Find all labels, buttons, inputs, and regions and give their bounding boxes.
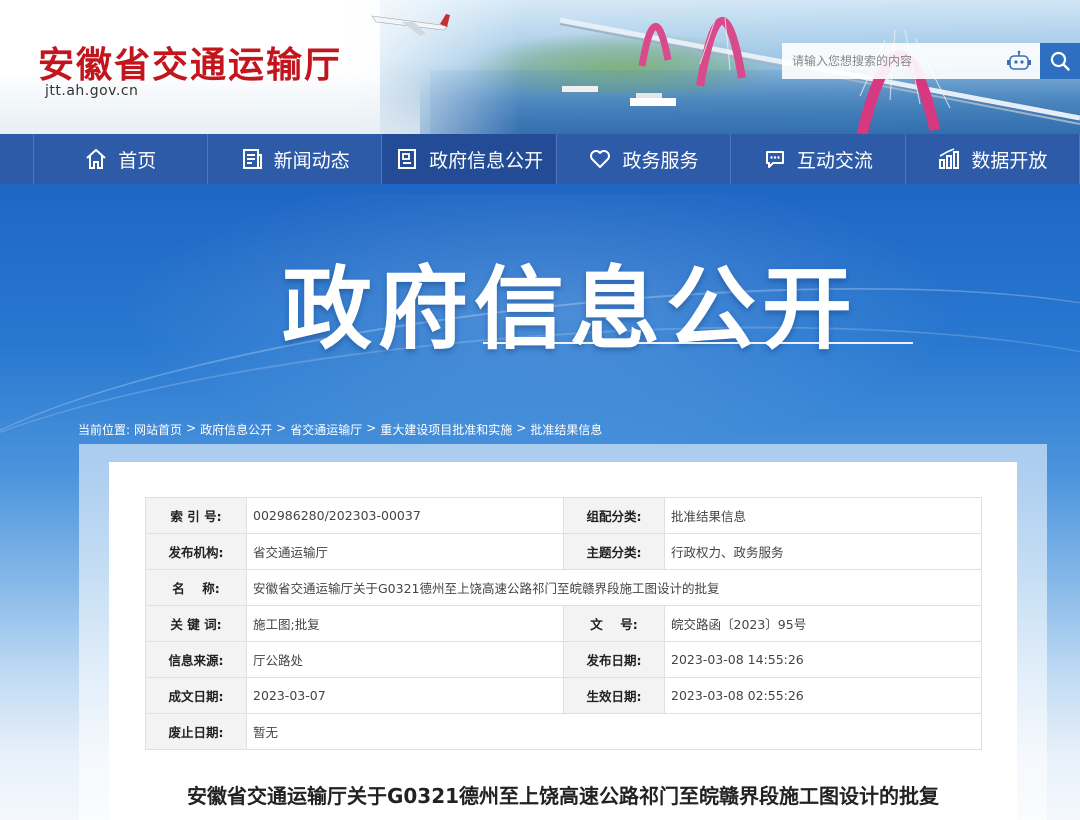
- effective-label: 生效日期:: [563, 677, 665, 714]
- keywords-label: 关 键 词:: [145, 605, 247, 642]
- table-row: 名 称: 安徽省交通运输厅关于G0321德州至上饶高速公路祁门至皖赣界段施工图设…: [145, 569, 982, 606]
- search-input[interactable]: [782, 43, 1040, 79]
- site-url: jtt.ah.gov.cn: [45, 83, 139, 99]
- site-header: 安徽省交通运输厅 jtt.ah.gov.cn: [0, 0, 1080, 134]
- breadcrumb-separator: >: [186, 421, 197, 435]
- news-icon: [240, 147, 264, 171]
- robot-icon[interactable]: [1007, 50, 1031, 72]
- name-label: 名 称:: [145, 569, 247, 606]
- chat-icon: [763, 147, 787, 171]
- table-row: 成文日期: 2023-03-07 生效日期: 2023-03-08 02:55:…: [145, 677, 982, 714]
- effective-value: 2023-03-08 02:55:26: [664, 677, 982, 714]
- breadcrumb-link[interactable]: 政府信息公开: [200, 421, 272, 438]
- name-value: 安徽省交通运输厅关于G0321德州至上饶高速公路祁门至皖赣界段施工图设计的批复: [246, 569, 982, 606]
- pubdate-value: 2023-03-08 14:55:26: [664, 641, 982, 678]
- document-icon: [395, 147, 419, 171]
- search-button[interactable]: [1040, 43, 1080, 79]
- nav-item-label: 首页: [118, 149, 157, 172]
- source-value: 厅公路处: [246, 641, 564, 678]
- breadcrumb-link[interactable]: 批准结果信息: [530, 421, 602, 438]
- breadcrumb-link[interactable]: 重大建设项目批准和实施: [380, 421, 512, 438]
- nav-item-interaction[interactable]: 互动交流: [731, 134, 906, 184]
- nav-item-services[interactable]: 政务服务: [557, 134, 732, 184]
- nav-item-label: 互动交流: [796, 149, 873, 172]
- keywords-value: 施工图;批复: [246, 605, 564, 642]
- table-row: 关 键 词: 施工图;批复 文 号: 皖交路函〔2023〕95号: [145, 605, 982, 642]
- publisher-label: 发布机构:: [145, 533, 247, 570]
- breadcrumb-separator: >: [276, 421, 287, 435]
- breadcrumb-link[interactable]: 网站首页: [134, 421, 182, 438]
- index-label: 索 引 号:: [145, 497, 247, 534]
- heart-icon: [588, 147, 612, 171]
- breadcrumb-separator: >: [366, 421, 377, 435]
- airplane-icon: [371, 14, 450, 36]
- search-icon: [1050, 51, 1070, 71]
- nav-spacer: [0, 134, 34, 184]
- home-icon: [84, 147, 108, 171]
- chart-icon: [937, 147, 961, 171]
- hero-underline: [483, 342, 913, 344]
- breadcrumb-separator: >: [516, 421, 527, 435]
- nav-item-label: 政务服务: [622, 149, 699, 172]
- main-nav: 首页 新闻动态 政府信息公开 政务服务 互动交流 数据开放: [0, 134, 1080, 184]
- publisher-value: 省交通运输厅: [246, 533, 564, 570]
- document-metadata-table: 索 引 号: 002986280/202303-00037 组配分类: 批准结果…: [145, 497, 982, 750]
- docno-label: 文 号:: [563, 605, 665, 642]
- table-row: 发布机构: 省交通运输厅 主题分类: 行政权力、政务服务: [145, 533, 982, 570]
- expire-label: 废止日期:: [145, 713, 247, 750]
- breadcrumb: 当前位置: 网站首页 > 政府信息公开 > 省交通运输厅 > 重大建设项目批准和…: [78, 421, 602, 438]
- table-row: 信息来源: 厅公路处 发布日期: 2023-03-08 14:55:26: [145, 641, 982, 678]
- search-bar: [782, 43, 1080, 79]
- nav-item-label: 新闻动态: [273, 149, 350, 172]
- nav-item-gov-info[interactable]: 政府信息公开: [382, 134, 557, 184]
- nav-item-label: 政府信息公开: [429, 149, 544, 172]
- table-row: 索 引 号: 002986280/202303-00037 组配分类: 批准结果…: [145, 497, 982, 534]
- nav-item-news[interactable]: 新闻动态: [208, 134, 383, 184]
- index-value: 002986280/202303-00037: [246, 497, 564, 534]
- hero-title: 政府信息公开: [282, 257, 858, 362]
- category-value: 批准结果信息: [664, 497, 982, 534]
- source-label: 信息来源:: [145, 641, 247, 678]
- nav-item-open-data[interactable]: 数据开放: [906, 134, 1080, 184]
- created-label: 成文日期:: [145, 677, 247, 714]
- table-row: 废止日期: 暂无: [145, 713, 982, 750]
- breadcrumb-prefix: 当前位置:: [78, 423, 131, 437]
- topic-label: 主题分类:: [563, 533, 665, 570]
- category-label: 组配分类:: [563, 497, 665, 534]
- pubdate-label: 发布日期:: [563, 641, 665, 678]
- topic-value: 行政权力、政务服务: [664, 533, 982, 570]
- expire-value: 暂无: [246, 713, 982, 750]
- document-title: 安徽省交通运输厅关于G0321德州至上饶高速公路祁门至皖赣界段施工图设计的批复: [186, 784, 940, 808]
- breadcrumb-link[interactable]: 省交通运输厅: [290, 421, 362, 438]
- docno-value: 皖交路函〔2023〕95号: [664, 605, 982, 642]
- nav-item-home[interactable]: 首页: [34, 134, 208, 184]
- created-value: 2023-03-07: [246, 677, 564, 714]
- site-title[interactable]: 安徽省交通运输厅: [38, 36, 342, 88]
- nav-item-label: 数据开放: [971, 149, 1048, 172]
